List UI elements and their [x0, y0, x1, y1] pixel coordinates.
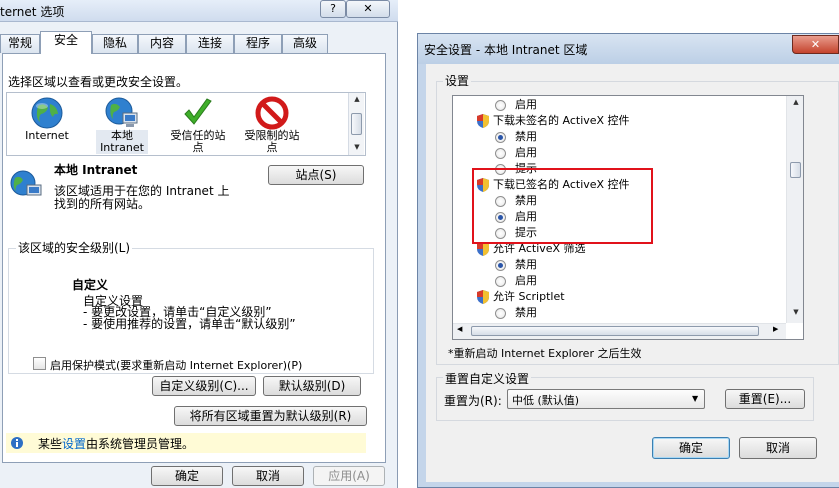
vertical-scroll-thumb[interactable]	[790, 162, 801, 178]
reset-to-label: 重置为(R):	[444, 394, 502, 408]
zone-local-intranet[interactable]: 本地 Intranet	[86, 94, 158, 154]
admin-notice-prefix: 某些	[38, 437, 63, 451]
radio-button[interactable]	[495, 276, 506, 287]
setting-option-radio[interactable]: 启用	[495, 273, 537, 289]
setting-option-label: 启用	[515, 98, 537, 111]
setting-category[interactable]: 允许 Scriptlet	[477, 289, 565, 305]
security-settings-close-button[interactable]: ✕	[792, 35, 839, 54]
zone-list-scrollbar[interactable]: ▲ ▼	[348, 93, 364, 155]
zone-trusted-sites[interactable]: 受信任的站 点	[162, 94, 234, 154]
scroll-right-icon[interactable]: ▶	[773, 325, 778, 333]
setting-option-label: 启用	[515, 146, 537, 159]
tab-privacy[interactable]: 隐私	[92, 34, 138, 53]
setting-option-label: 禁用	[515, 130, 537, 143]
radio-button[interactable]	[495, 308, 506, 319]
radio-button-selected[interactable]	[495, 132, 506, 143]
reset-level-select[interactable]: 中低 (默认值) ▼	[507, 389, 705, 409]
admin-notice-settings-link[interactable]: 设置	[62, 437, 86, 451]
security-shield-icon	[477, 290, 489, 304]
zone-trusted-sites-label: 受信任的站 点	[162, 130, 234, 154]
tab-connections[interactable]: 连接	[186, 34, 234, 53]
help-button[interactable]: ?	[320, 0, 346, 18]
radio-button-selected[interactable]	[495, 260, 506, 271]
scroll-up-icon[interactable]: ▲	[788, 98, 804, 106]
setting-option-radio[interactable]: 禁用	[495, 129, 537, 145]
green-check-icon	[184, 98, 212, 125]
protected-mode-checkbox[interactable]	[33, 357, 46, 370]
zone-description-line2: 找到的所有网站。	[54, 197, 151, 211]
security-level-name: 自定义	[72, 278, 109, 292]
security-ok-button[interactable]: 确定	[652, 437, 730, 459]
sites-button[interactable]: 站点(S)	[268, 165, 364, 185]
default-level-button[interactable]: 默认级别(D)	[263, 376, 361, 396]
zone-local-intranet-label-line2: Intranet	[100, 141, 144, 154]
admin-notice: 某些设置由系统管理员管理。	[38, 435, 194, 452]
setting-category-label: 下载未签名的 ActiveX 控件	[493, 114, 630, 127]
zone-trusted-sites-label-line2: 点	[192, 141, 204, 154]
highlight-annotation-box	[472, 168, 653, 244]
security-shield-icon	[477, 114, 489, 128]
setting-option-label: 禁用	[515, 258, 537, 271]
setting-option-radio[interactable]: 启用	[495, 97, 537, 113]
internet-options-title: ternet 选项	[0, 5, 65, 19]
tab-content[interactable]: 内容	[138, 34, 186, 53]
zone-internet[interactable]: Internet	[11, 94, 83, 154]
setting-option-label: 禁用	[515, 306, 537, 319]
settings-legend: 设置	[443, 72, 472, 89]
security-shield-icon	[477, 242, 489, 256]
setting-option-radio[interactable]: 禁用	[495, 305, 537, 321]
settings-horizontal-scrollbar[interactable]: ◀ ▶	[453, 323, 786, 339]
setting-category[interactable]: 下载未签名的 ActiveX 控件	[477, 113, 630, 129]
reset-level-value: 中低 (默认值)	[512, 394, 580, 407]
close-button[interactable]: ✕	[346, 0, 390, 18]
custom-level-button[interactable]: 自定义级别(C)...	[152, 376, 256, 396]
setting-option-label: 启用	[515, 274, 537, 287]
horizontal-scroll-thumb[interactable]	[471, 326, 759, 336]
tab-general[interactable]: 常规	[0, 34, 40, 53]
scroll-thumb[interactable]	[351, 113, 362, 135]
zone-restricted-sites-label: 受限制的站 点	[236, 130, 308, 154]
info-icon	[11, 437, 23, 449]
security-settings-title: 安全设置 - 本地 Intranet 区域	[424, 43, 588, 57]
tab-programs[interactable]: 程序	[234, 34, 282, 53]
radio-button[interactable]	[495, 148, 506, 159]
zone-local-intranet-label: 本地 Intranet	[86, 130, 158, 154]
tab-security[interactable]: 安全	[40, 31, 92, 54]
reset-button[interactable]: 重置(E)...	[725, 389, 805, 409]
zone-internet-label: Internet	[25, 129, 69, 142]
setting-option-radio[interactable]: 禁用	[495, 257, 537, 273]
restart-note: *重新启动 Internet Explorer 之后生效	[448, 347, 642, 360]
dropdown-arrow-icon: ▼	[692, 394, 699, 403]
reset-custom-settings-legend: 重置自定义设置	[443, 370, 532, 387]
reset-all-zones-button[interactable]: 将所有区域重置为默认级别(R)	[174, 406, 367, 426]
radio-button[interactable]	[495, 100, 506, 111]
protected-mode-label: 启用保护模式(要求重新启动 Internet Explorer)(P)	[50, 359, 303, 372]
intranet-globe-icon	[105, 97, 138, 127]
security-cancel-button[interactable]: 取消	[739, 437, 817, 459]
ok-button[interactable]: 确定	[151, 466, 223, 486]
intranet-globe-icon	[10, 170, 42, 196]
apply-button[interactable]: 应用(A)	[313, 466, 385, 486]
cancel-button[interactable]: 取消	[232, 466, 304, 486]
scroll-left-icon[interactable]: ◀	[457, 325, 462, 333]
security-level-legend: 该区域的安全级别(L)	[16, 239, 133, 256]
setting-option-radio[interactable]: 启用	[495, 145, 537, 161]
zone-restricted-sites-label-line2: 点	[266, 141, 278, 154]
setting-category-label: 允许 Scriptlet	[493, 290, 565, 303]
scroll-up-icon[interactable]: ▲	[349, 95, 365, 103]
zone-prompt: 选择区域以查看或更改安全设置。	[8, 75, 189, 89]
zone-restricted-sites[interactable]: 受限制的站 点	[236, 94, 308, 154]
settings-vertical-scrollbar[interactable]: ▲ ▼	[786, 96, 803, 323]
scroll-down-icon[interactable]: ▼	[349, 143, 365, 151]
red-prohibited-icon	[255, 96, 289, 130]
default-level-hint: - 要使用推荐的设置，请单击“默认级别”	[83, 317, 296, 331]
admin-notice-suffix: 由系统管理员管理。	[86, 437, 195, 451]
globe-icon	[31, 97, 63, 129]
tab-advanced[interactable]: 高级	[282, 34, 328, 53]
zone-name: 本地 Intranet	[54, 163, 138, 177]
scroll-down-icon[interactable]: ▼	[788, 308, 804, 316]
